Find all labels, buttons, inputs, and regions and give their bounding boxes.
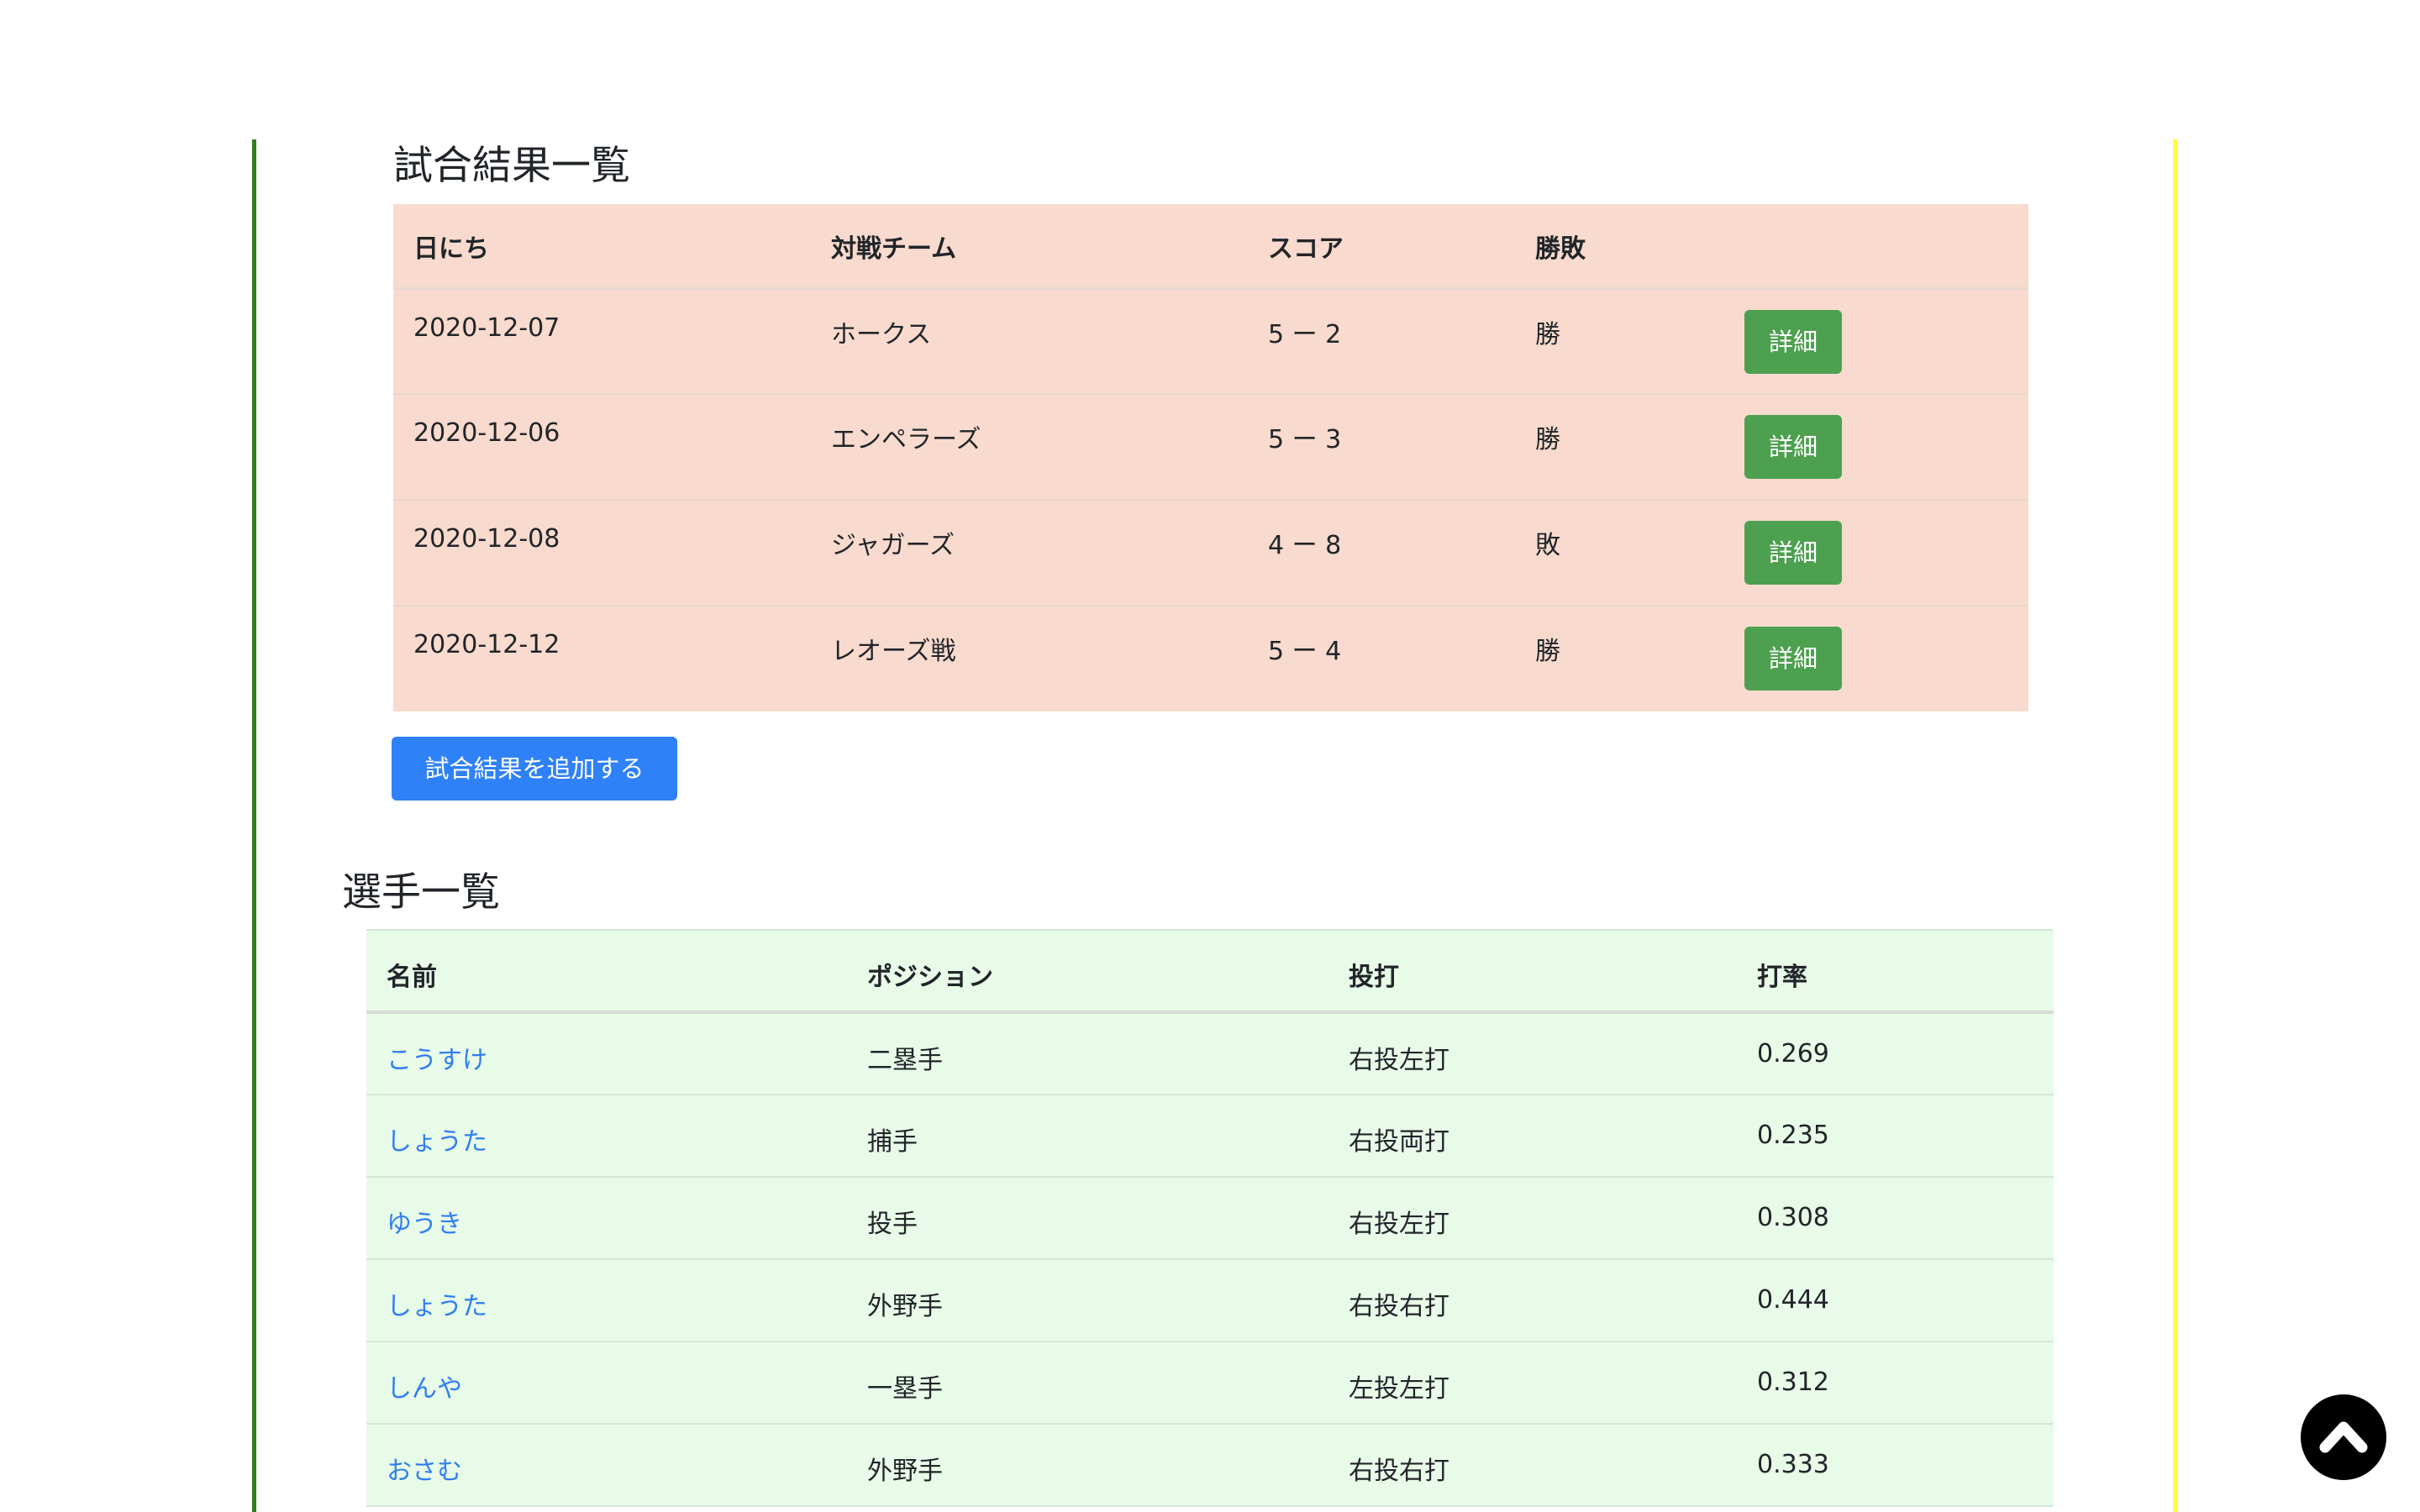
- player-average: 0.308: [1757, 1203, 1829, 1232]
- player-position: 一塁手: [867, 1374, 943, 1404]
- games-header-result: 勝敗: [1515, 204, 1724, 290]
- game-row: 2020-12-07 ホークス 5 ー 2 勝 詳細: [393, 288, 2028, 394]
- players-section-title: 選手一覧: [342, 869, 500, 916]
- player-name-cell: こうすけ: [366, 1012, 847, 1095]
- game-result: 勝: [1535, 425, 1560, 454]
- players-header-average: 打率: [1737, 930, 2054, 1014]
- player-name-link[interactable]: ゆうき: [387, 1210, 462, 1239]
- games-table: 日にち 対戦チーム スコア 勝敗 2020-12-07 ホークス 5 ー 2 勝…: [393, 204, 2028, 711]
- game-action-cell: 詳細: [1724, 394, 2028, 500]
- game-opponent: エンペラーズ: [831, 425, 981, 454]
- player-throw-bat: 右投左打: [1349, 1046, 1449, 1075]
- players-table: 名前 ポジション 投打 打率 こうすけ 二塁手 右投左打 0.269 しょうた …: [366, 929, 2054, 1507]
- game-detail-button[interactable]: 詳細: [1744, 415, 1842, 479]
- chevron-up-icon: [2319, 1421, 2368, 1453]
- player-position: 外野手: [867, 1292, 943, 1321]
- game-score: 5 ー 3: [1268, 425, 1342, 454]
- player-average: 0.235: [1757, 1121, 1829, 1150]
- left-border-line: [252, 139, 256, 1512]
- player-throw-bat: 右投右打: [1349, 1292, 1449, 1321]
- scroll-to-top-button[interactable]: [2301, 1394, 2386, 1480]
- game-detail-button[interactable]: 詳細: [1744, 521, 1842, 585]
- game-opponent: ジャガーズ: [831, 531, 955, 560]
- game-result: 勝: [1535, 319, 1560, 349]
- player-row: おさむ 外野手 右投右打 0.333: [366, 1424, 2054, 1506]
- player-row: ゆうき 投手 右投左打 0.308: [366, 1177, 2054, 1259]
- add-game-result-button[interactable]: 試合結果を追加する: [392, 737, 677, 801]
- player-average: 0.444: [1757, 1285, 1829, 1315]
- player-position: 二塁手: [867, 1046, 943, 1075]
- games-header-action: [1724, 204, 2028, 290]
- player-name-cell: おさむ: [366, 1424, 847, 1506]
- player-throw-bat: 右投左打: [1349, 1210, 1449, 1239]
- game-date: 2020-12-07: [413, 312, 560, 343]
- game-detail-button[interactable]: 詳細: [1744, 309, 1842, 374]
- game-result: 敗: [1535, 531, 1560, 560]
- player-throw-bat: 右投両打: [1349, 1127, 1449, 1157]
- game-row: 2020-12-08 ジャガーズ 4 ー 8 敗 詳細: [393, 500, 2028, 606]
- games-header-date: 日にち: [393, 204, 811, 290]
- player-name-link[interactable]: しょうた: [387, 1127, 487, 1157]
- player-row: こうすけ 二塁手 右投左打 0.269: [366, 1012, 2054, 1095]
- right-border-line: [2173, 139, 2177, 1512]
- players-header-row: 名前 ポジション 投打 打率: [366, 930, 2054, 1014]
- player-average: 0.333: [1757, 1450, 1829, 1479]
- player-name-link[interactable]: おさむ: [387, 1457, 462, 1486]
- players-header-position: ポジション: [847, 930, 1328, 1014]
- players-header-throw-bat: 投打: [1328, 930, 1737, 1014]
- player-row: しんや 一塁手 左投左打 0.312: [366, 1341, 2054, 1424]
- players-header-name: 名前: [366, 930, 847, 1014]
- game-result: 勝: [1535, 637, 1560, 666]
- games-header-row: 日にち 対戦チーム スコア 勝敗: [393, 204, 2028, 290]
- player-average: 0.269: [1757, 1039, 1829, 1068]
- games-header-score: スコア: [1248, 204, 1515, 290]
- player-row: しょうた 捕手 右投両打 0.235: [366, 1095, 2054, 1177]
- game-date: 2020-12-12: [413, 630, 560, 659]
- player-throw-bat: 左投左打: [1349, 1374, 1449, 1404]
- game-action-cell: 詳細: [1724, 500, 2028, 606]
- game-date: 2020-12-06: [413, 418, 560, 448]
- player-position: 投手: [867, 1210, 918, 1239]
- player-name-cell: しょうた: [366, 1095, 847, 1177]
- player-name-link[interactable]: こうすけ: [387, 1046, 487, 1075]
- game-detail-button[interactable]: 詳細: [1744, 627, 1842, 690]
- player-name-cell: しんや: [366, 1341, 847, 1424]
- player-throw-bat: 右投右打: [1349, 1457, 1449, 1486]
- game-score: 5 ー 4: [1268, 637, 1342, 666]
- game-opponent: レオーズ戦: [831, 637, 956, 666]
- games-header-opponent: 対戦チーム: [811, 204, 1248, 290]
- player-name-cell: ゆうき: [366, 1177, 847, 1259]
- player-name-link[interactable]: しょうた: [387, 1292, 487, 1321]
- game-opponent: ホークス: [831, 319, 932, 349]
- player-average: 0.312: [1757, 1368, 1829, 1397]
- games-section-title: 試合結果一覧: [393, 143, 630, 189]
- player-name-link[interactable]: しんや: [387, 1374, 462, 1404]
- player-name-cell: しょうた: [366, 1259, 847, 1341]
- game-score: 5 ー 2: [1268, 319, 1342, 349]
- player-position: 外野手: [867, 1457, 943, 1486]
- game-row: 2020-12-12 レオーズ戦 5 ー 4 勝 詳細: [393, 606, 2028, 711]
- player-row: しょうた 外野手 右投右打 0.444: [366, 1259, 2054, 1341]
- game-action-cell: 詳細: [1724, 288, 2028, 394]
- game-row: 2020-12-06 エンペラーズ 5 ー 3 勝 詳細: [393, 394, 2028, 500]
- page: 試合結果一覧 日にち 対戦チーム スコア 勝敗 2020-12-07 ホークス …: [0, 0, 2420, 1512]
- game-action-cell: 詳細: [1724, 606, 2028, 711]
- game-score: 4 ー 8: [1268, 531, 1342, 560]
- game-date: 2020-12-08: [413, 524, 560, 554]
- player-position: 捕手: [867, 1127, 918, 1157]
